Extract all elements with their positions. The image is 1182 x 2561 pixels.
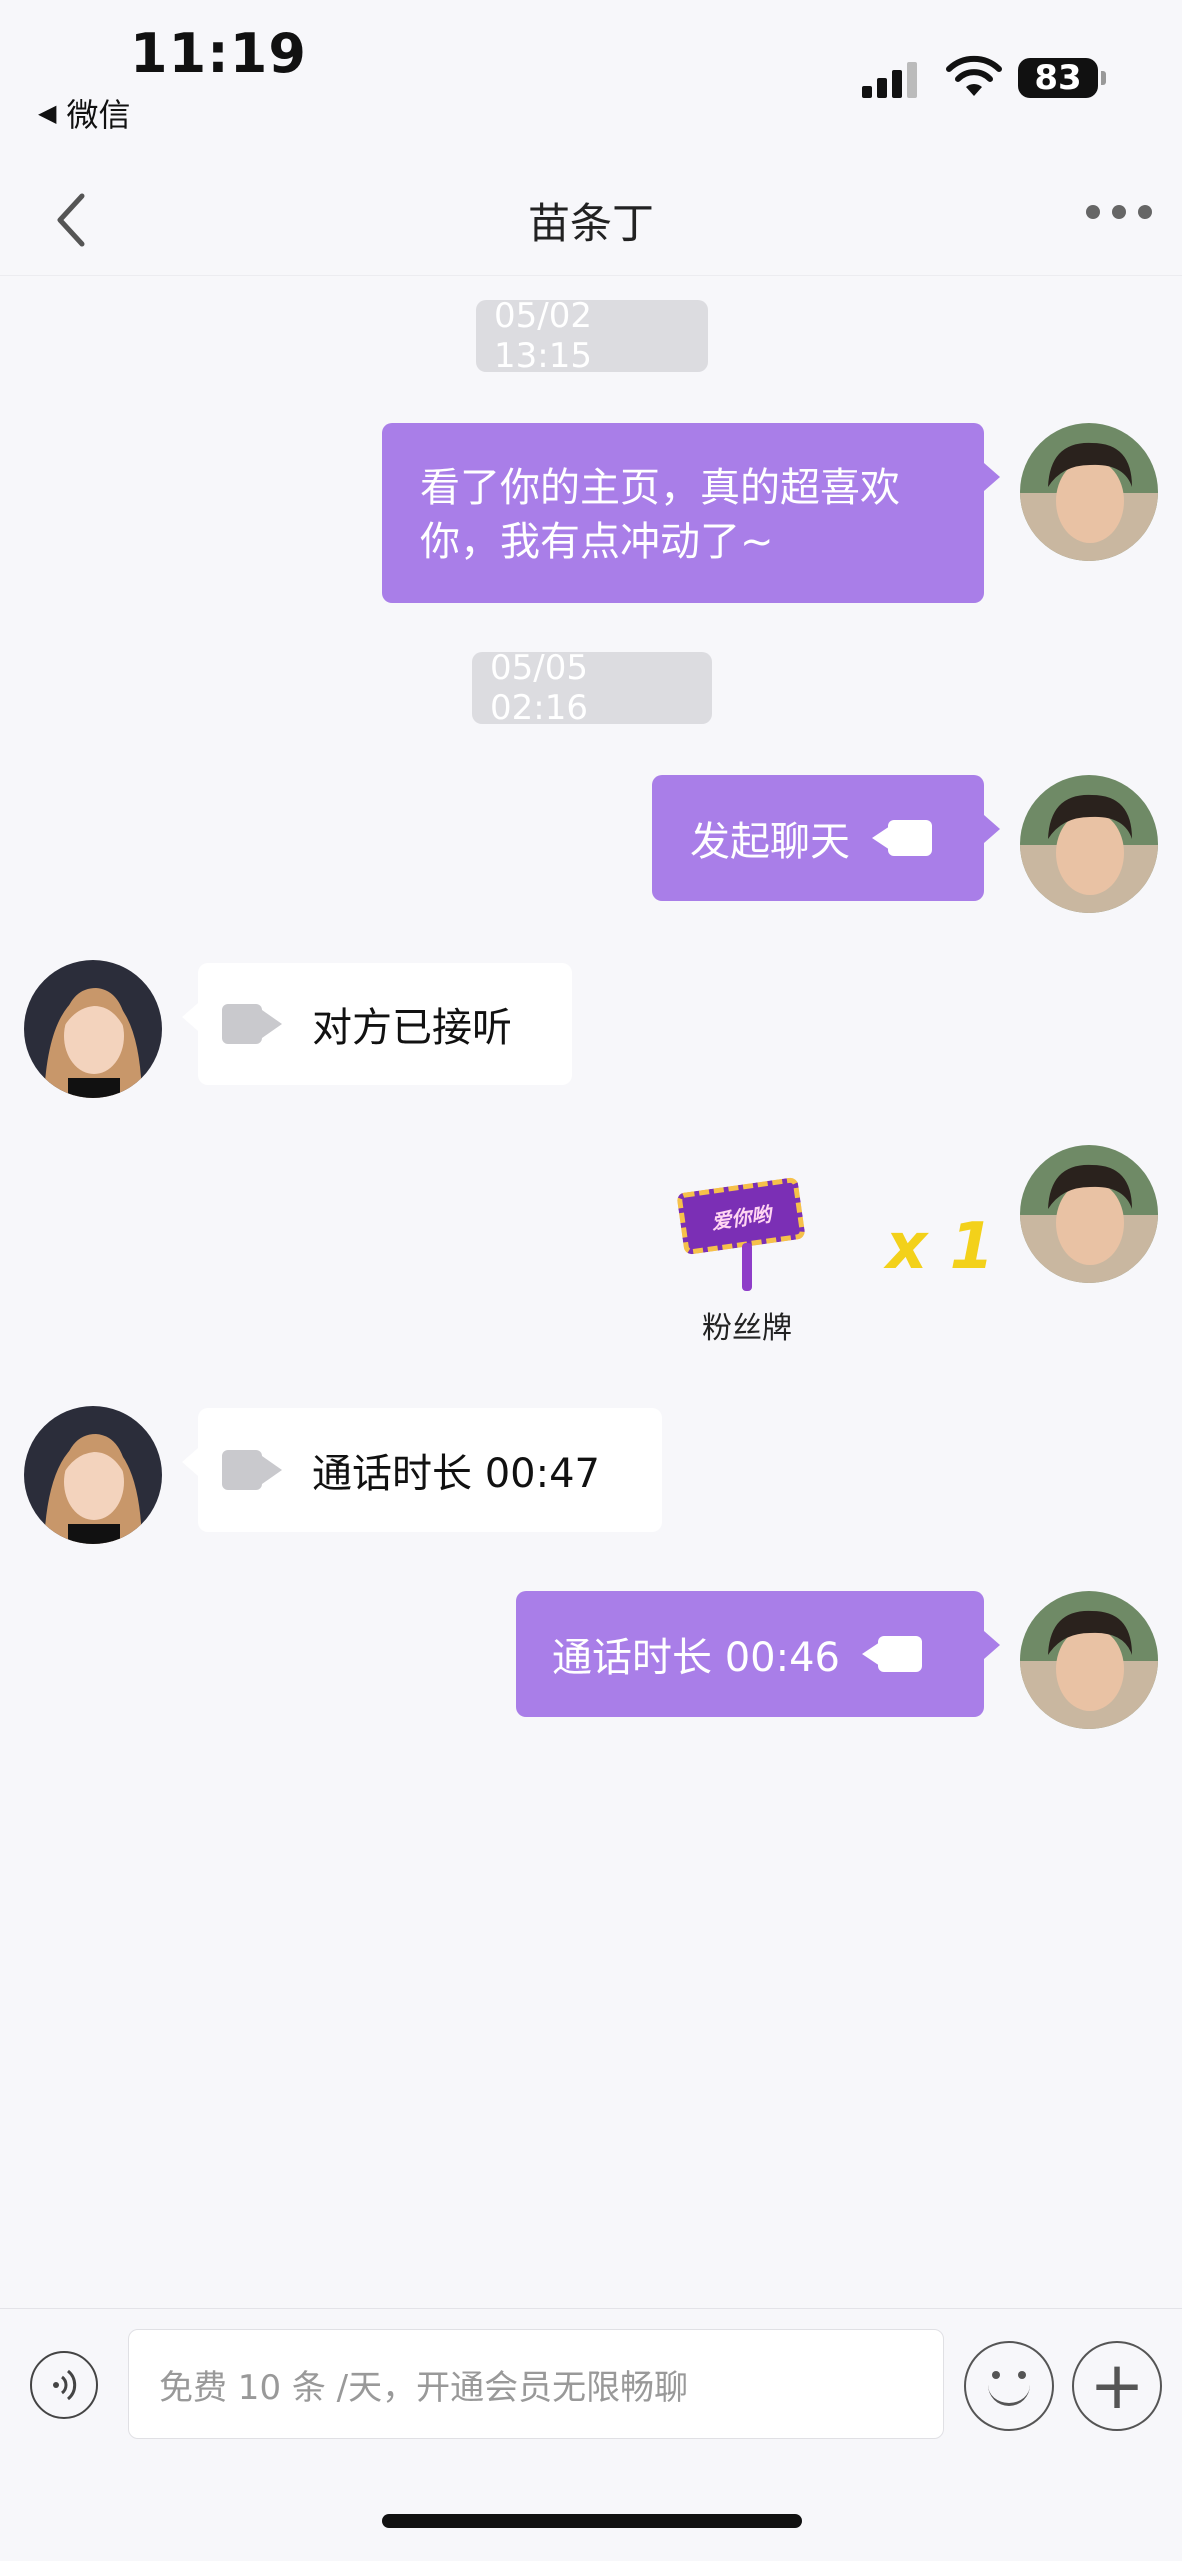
chat-title: 苗条丁 xyxy=(527,199,654,248)
video-camera-icon xyxy=(222,1448,282,1492)
battery-level: 83 xyxy=(1034,58,1082,98)
message-text: 对方已接听 xyxy=(312,1005,512,1051)
contact-avatar[interactable] xyxy=(24,960,162,1098)
video-camera-icon xyxy=(222,1002,282,1046)
my-call-duration-bubble[interactable]: 通话时长 00:46 xyxy=(516,1591,1000,1717)
gift-sign-text: 爱你哟 xyxy=(709,1201,773,1234)
video-camera-icon xyxy=(872,816,932,860)
my-video-call-bubble[interactable]: 发起聊天 xyxy=(652,775,1000,901)
battery-icon: 83 xyxy=(1018,58,1106,98)
my-avatar[interactable] xyxy=(1020,1591,1158,1729)
contact-call-status-bubble[interactable]: 对方已接听 xyxy=(182,963,572,1085)
plus-icon[interactable]: + xyxy=(1072,2341,1162,2431)
message-text: 看了你的主页，真的超喜欢你，我有点冲动了~ xyxy=(420,465,900,565)
voice-input-button[interactable] xyxy=(30,2351,98,2419)
message-text: 通话时长 00:46 xyxy=(552,1635,840,1681)
message-text: 通话时长 00:47 xyxy=(312,1451,600,1497)
my-avatar[interactable] xyxy=(1020,775,1158,913)
message-input[interactable]: 免费 10 条 /天，开通会员无限畅聊 xyxy=(128,2329,944,2439)
contact-call-duration-bubble[interactable]: 通话时长 00:47 xyxy=(182,1408,662,1532)
video-camera-icon xyxy=(862,1632,922,1676)
wifi-icon xyxy=(946,55,1002,96)
chat-header: 苗条丁 xyxy=(0,165,1182,276)
contact-avatar[interactable] xyxy=(24,1406,162,1544)
timestamp: 05/05 02:16 xyxy=(472,648,712,728)
home-indicator xyxy=(382,2514,802,2528)
my-message-bubble[interactable]: 看了你的主页，真的超喜欢你，我有点冲动了~ xyxy=(382,423,1000,603)
my-avatar[interactable] xyxy=(1020,1145,1158,1283)
back-triangle-icon: ◀ xyxy=(38,99,57,127)
message-text: 发起聊天 xyxy=(690,819,850,865)
cellular-signal-icon xyxy=(862,58,917,98)
my-avatar[interactable] xyxy=(1020,423,1158,561)
voice-wave-icon xyxy=(53,2369,77,2401)
status-time: 11:19 xyxy=(130,22,307,85)
gift-count: x 1 xyxy=(886,1210,995,1284)
emoji-icon[interactable] xyxy=(964,2341,1054,2431)
timestamp: 05/02 13:15 xyxy=(476,296,708,376)
gift-fan-badge[interactable]: 爱你哟 粉丝牌 xyxy=(672,1175,822,1346)
gift-label: 粉丝牌 xyxy=(702,1311,792,1346)
back-to-app-link[interactable]: ◀ 微信 xyxy=(38,90,130,136)
back-app-label: 微信 xyxy=(66,96,131,134)
gift-sign-icon: 爱你哟 xyxy=(676,1176,806,1256)
status-bar: 11:19 ◀ 微信 83 xyxy=(0,0,1182,150)
more-options-icon[interactable] xyxy=(1086,205,1152,219)
